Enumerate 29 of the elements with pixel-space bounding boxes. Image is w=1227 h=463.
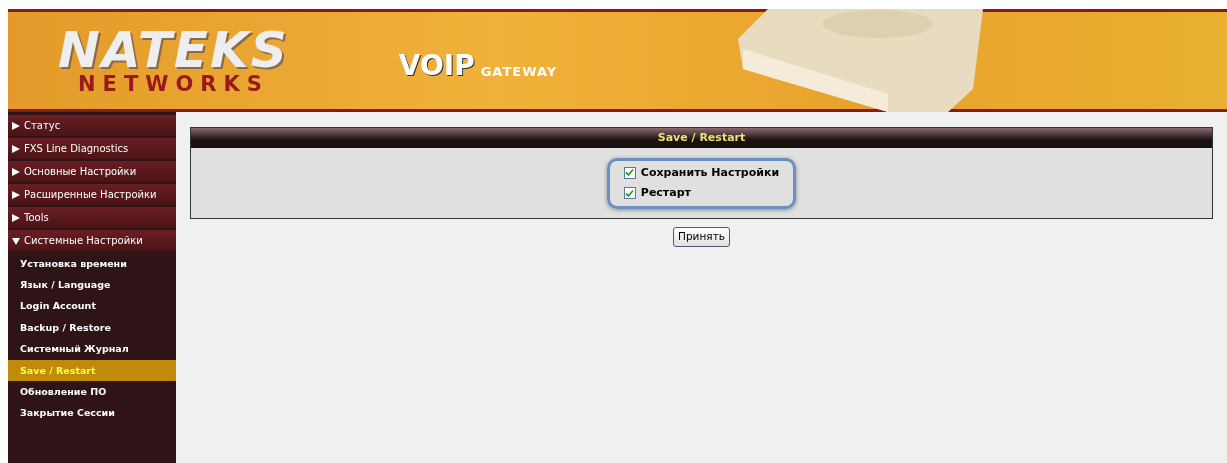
sidebar-subitem[interactable]: Backup / Restore [8,317,176,339]
sidebar-subitem[interactable]: Закрытие Сессии [8,402,176,425]
sidebar-item[interactable]: Расширенные Настройки [8,184,176,205]
sidebar-subitem[interactable]: Обновление ПО [8,381,176,403]
panel-title: Save / Restart [191,128,1212,148]
triangle-right-icon [12,167,20,176]
sidebar-subitem[interactable]: Системный Журнал [8,338,176,360]
checkbox[interactable] [623,187,636,200]
checkbox-label: Сохранить Настройки [640,164,780,181]
product-subtitle: GATEWAY [480,63,558,80]
sidebar-subitem[interactable]: Установка времени [8,253,176,275]
apply-button[interactable]: Принять [673,227,730,247]
sidebar-item[interactable]: Основные Настройки [8,161,176,182]
logo-text: NATEKS [58,26,289,73]
triangle-right-icon [12,190,20,199]
sidebar-item[interactable]: Статус [8,115,176,136]
triangle-right-icon [12,144,20,153]
product-title: VOIP [398,51,475,80]
sidebar-item[interactable]: Tools [8,207,176,228]
triangle-right-icon [12,213,20,222]
checkbox-label: Рестарт [640,185,691,201]
triangle-right-icon [12,121,20,130]
sidebar-item[interactable]: Системные Настройки [8,230,176,251]
sidebar-item[interactable]: FXS Line Diagnostics [8,138,176,159]
sidebar-subitem[interactable]: Login Account [8,295,176,318]
sidebar-subitem[interactable]: Язык / Language [8,274,176,296]
checkbox[interactable] [623,166,636,179]
triangle-down-icon [12,236,20,245]
logo-subtext: NETWORKS [77,72,269,95]
